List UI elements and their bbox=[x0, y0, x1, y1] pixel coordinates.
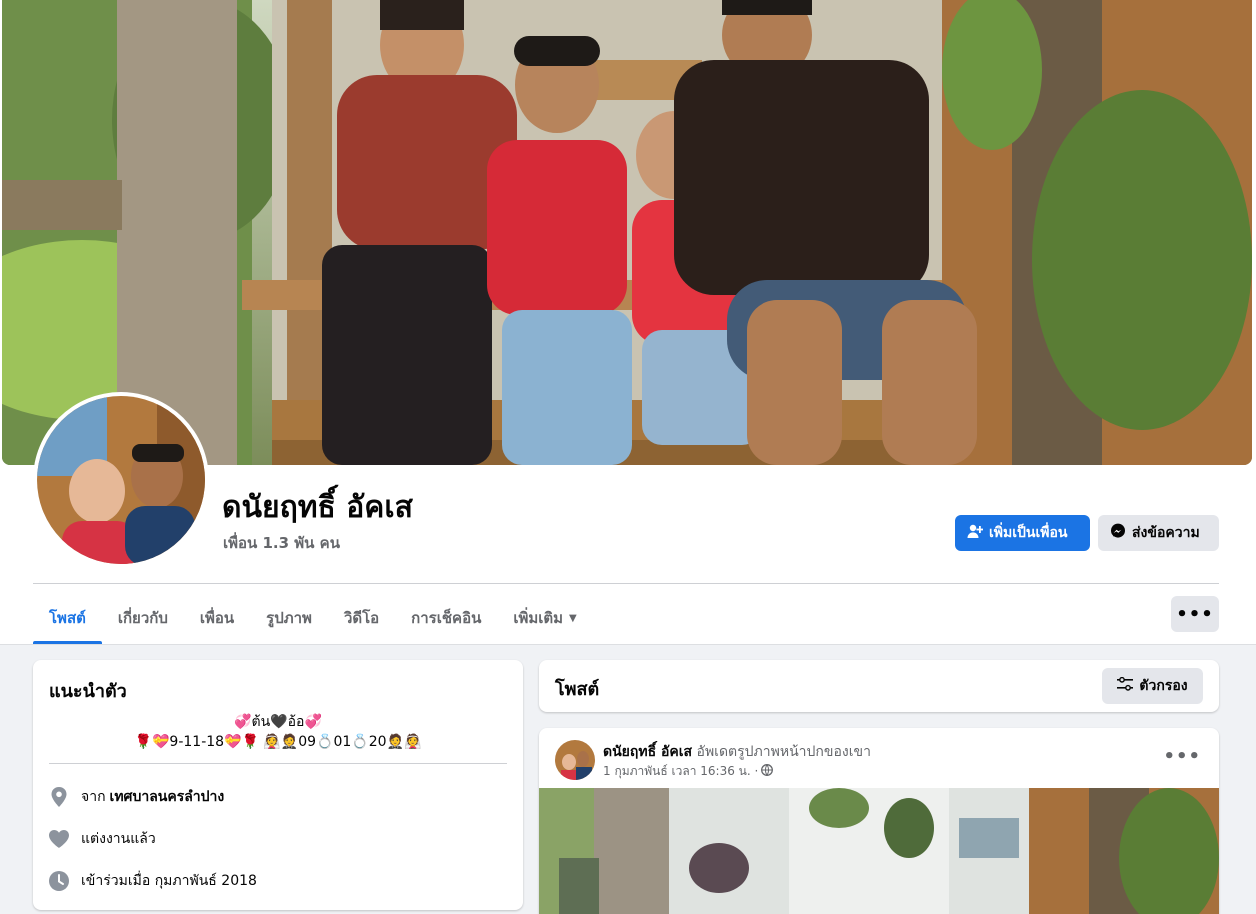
tab-label: การเช็คอิน bbox=[411, 609, 482, 627]
filter-label: ตัวกรอง bbox=[1139, 678, 1188, 694]
globe-icon bbox=[761, 764, 774, 779]
post-meta: 1 กุมภาพันธ์ เวลา 16:36 น. · bbox=[603, 762, 774, 781]
tab-label: วิดีโอ bbox=[343, 609, 380, 627]
add-friend-button[interactable]: เพิ่มเป็นเพื่อน bbox=[955, 515, 1090, 551]
profile-tabs: โพสต์ เกี่ยวกับ เพื่อน รูปภาพ วิดีโอ การ… bbox=[33, 592, 593, 644]
messenger-icon bbox=[1110, 523, 1126, 543]
post-action: อัพเดตรูปภาพหน้าปกของเขา bbox=[696, 744, 871, 760]
tab-friends[interactable]: เพื่อน bbox=[184, 592, 250, 644]
clock-icon bbox=[49, 871, 69, 891]
profile-avatar[interactable] bbox=[33, 392, 209, 568]
intro-from: จาก เทศบาลนครลำปาง bbox=[49, 786, 224, 808]
tab-photos[interactable]: รูปภาพ bbox=[250, 592, 328, 644]
filter-button[interactable]: ตัวกรอง bbox=[1102, 668, 1203, 704]
post-author-name[interactable]: ดนัยฤทธิ์ อัคเส bbox=[603, 744, 692, 760]
post-cover-image[interactable] bbox=[539, 788, 1219, 914]
bio-line: 🌹💝9-11-18💝🌹 👰🤵09💍01💍20🤵👰 bbox=[134, 734, 422, 750]
post-card: ดนัยฤทธิ์ อัคเส อัพเดตรูปภาพหน้าปกของเขา… bbox=[539, 728, 1219, 914]
bio-line: 💞ต้น🖤อ้อ💞 bbox=[234, 714, 322, 730]
tab-label: เกี่ยวกับ bbox=[117, 609, 168, 627]
post-header-text: ดนัยฤทธิ์ อัคเส อัพเดตรูปภาพหน้าปกของเขา bbox=[603, 741, 871, 763]
post-timestamp[interactable]: 1 กุมภาพันธ์ เวลา 16:36 น. · bbox=[603, 762, 758, 781]
bio-text: 💞ต้น🖤อ้อ💞 🌹💝9-11-18💝🌹 👰🤵09💍01💍20🤵👰 bbox=[49, 712, 507, 752]
intro-divider bbox=[49, 763, 507, 764]
post-more-button[interactable]: ••• bbox=[1163, 746, 1201, 767]
tab-more[interactable]: เพิ่มเติม ▼ bbox=[497, 592, 592, 644]
relationship-status: แต่งงานแล้ว bbox=[81, 831, 156, 847]
from-place-link[interactable]: เทศบาลนครลำปาง bbox=[110, 786, 225, 808]
header-divider bbox=[33, 583, 1219, 584]
tab-about[interactable]: เกี่ยวกับ bbox=[102, 592, 184, 644]
filter-icon bbox=[1117, 676, 1134, 695]
tab-label: เพิ่มเติม bbox=[513, 609, 564, 627]
intro-card: แนะนำตัว 💞ต้น🖤อ้อ💞 🌹💝9-11-18💝🌹 👰🤵09💍01💍2… bbox=[33, 660, 523, 910]
tab-label: โพสต์ bbox=[49, 609, 86, 627]
send-message-button[interactable]: ส่งข้อความ bbox=[1098, 515, 1219, 551]
from-prefix: จาก bbox=[81, 789, 106, 805]
tab-label: เพื่อน bbox=[199, 609, 235, 627]
posts-header-card: โพสต์ ตัวกรอง bbox=[539, 660, 1219, 712]
add-friend-label: เพิ่มเป็นเพื่อน bbox=[989, 525, 1068, 541]
tab-posts[interactable]: โพสต์ bbox=[33, 592, 102, 644]
tab-checkins[interactable]: การเช็คอิน bbox=[395, 592, 497, 644]
friend-count[interactable]: เพื่อน 1.3 พัน คน bbox=[223, 531, 340, 555]
more-options-button[interactable]: ••• bbox=[1171, 596, 1219, 632]
intro-title: แนะนำตัว bbox=[49, 681, 127, 702]
intro-relationship: แต่งงานแล้ว bbox=[49, 828, 156, 850]
tab-label: รูปภาพ bbox=[266, 609, 312, 627]
caret-down-icon: ▼ bbox=[569, 612, 577, 624]
posts-title: โพสต์ bbox=[555, 679, 600, 700]
profile-name: ดนัยฤทธิ์ อัคเส bbox=[222, 490, 413, 525]
cover-photo[interactable] bbox=[2, 0, 1252, 465]
add-friend-icon bbox=[967, 523, 984, 543]
send-message-label: ส่งข้อความ bbox=[1132, 525, 1200, 541]
joined-date: เข้าร่วมเมื่อ กุมภาพันธ์ 2018 bbox=[81, 873, 257, 889]
post-author-avatar[interactable] bbox=[555, 740, 595, 780]
intro-joined: เข้าร่วมเมื่อ กุมภาพันธ์ 2018 bbox=[49, 870, 257, 892]
heart-icon bbox=[49, 829, 69, 849]
location-icon bbox=[49, 787, 69, 807]
tab-videos[interactable]: วิดีโอ bbox=[328, 592, 395, 644]
